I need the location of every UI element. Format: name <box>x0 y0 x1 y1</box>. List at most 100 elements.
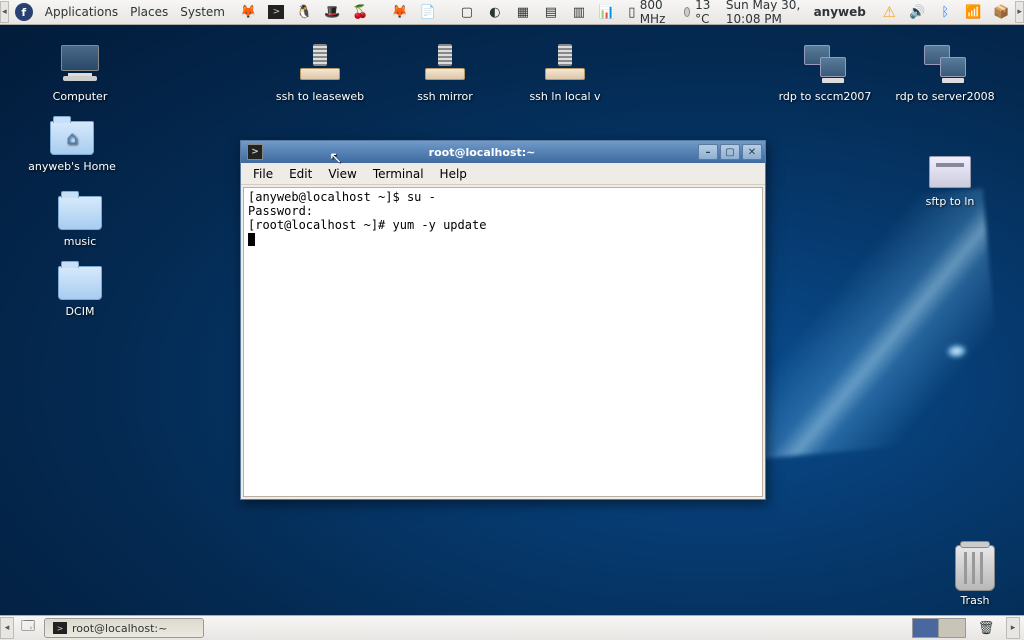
trash-icon <box>951 544 999 592</box>
tray-fedora[interactable]: ◐ <box>481 0 509 24</box>
window-minimize-button[interactable]: – <box>698 144 718 160</box>
top-panel: ◂ f Applications Places System 🦊 > 🐧 🎩 🍒… <box>0 0 1024 25</box>
temp-label: 13 °C <box>695 0 714 26</box>
taskbar-item-terminal[interactable]: > root@localhost:~ <box>44 618 204 638</box>
fedora-logo-icon: f <box>15 3 33 21</box>
terminal-small-icon: > <box>53 622 67 634</box>
menu-places[interactable]: Places <box>124 0 174 24</box>
cherry-icon: 🍒 <box>352 4 368 20</box>
window-title: root@localhost:~ <box>267 146 697 159</box>
panel-hide-left-bottom[interactable]: ◂ <box>0 617 14 639</box>
panel-hide-left[interactable]: ◂ <box>0 1 9 23</box>
tray-bluetooth[interactable]: ᛒ <box>931 0 959 24</box>
folder-icon <box>56 255 104 303</box>
tile-icon: ▥ <box>571 4 587 20</box>
menu-view[interactable]: View <box>320 165 364 183</box>
terminal-cursor <box>248 233 255 246</box>
gimp-icon: 🦊 <box>392 4 408 20</box>
weather-applet[interactable]: 13 °C <box>678 0 720 24</box>
launcher-app2[interactable]: 🎩 <box>318 0 346 24</box>
menu-edit[interactable]: Edit <box>281 165 320 183</box>
box2-icon: 📦 <box>993 4 1009 20</box>
tray-trash-applet[interactable]: 🗑 <box>972 620 1000 636</box>
computer-icon <box>56 40 104 88</box>
icon-label: rdp to sccm2007 <box>779 90 872 103</box>
desktop-icon-rdp-sccm[interactable]: rdp to sccm2007 <box>775 40 875 103</box>
doc-icon: 📄 <box>420 4 436 20</box>
tray-network[interactable]: 📶 <box>959 0 987 24</box>
bluetooth-icon: ᛒ <box>937 4 953 20</box>
panel-hide-right-bottom[interactable]: ▸ <box>1006 617 1020 639</box>
penguin-icon: 🐧 <box>296 4 312 20</box>
show-desktop-button[interactable]: 🗔 <box>14 616 42 640</box>
window-app-icon <box>247 144 263 160</box>
window-close-button[interactable]: ✕ <box>742 144 762 160</box>
desktop-icon-music[interactable]: music <box>30 185 130 248</box>
hat-icon: 🎩 <box>324 4 340 20</box>
rdp-icon <box>801 40 849 88</box>
tray-app2[interactable]: ▦ <box>509 0 537 24</box>
task-label: root@localhost:~ <box>72 622 167 635</box>
desktop-icon-ssh-leaseweb[interactable]: ssh to leaseweb <box>270 40 370 103</box>
warning-icon: ⚠ <box>881 4 897 20</box>
desktop-icon-trash[interactable]: Trash <box>940 544 1010 607</box>
firefox-icon: 🦊 <box>240 4 256 20</box>
weather-icon <box>684 7 690 17</box>
workspace-2[interactable] <box>939 619 965 637</box>
desktop-icon-home[interactable]: anyweb's Home <box>22 110 122 173</box>
tray-app4[interactable]: ▥ <box>565 0 593 24</box>
icon-label: Trash <box>960 594 989 607</box>
icon-label: Computer <box>53 90 108 103</box>
fedora-menu[interactable]: f <box>9 0 39 24</box>
rdp-icon <box>921 40 969 88</box>
launcher-firefox[interactable]: 🦊 <box>234 0 262 24</box>
launcher-app4[interactable]: 📄 <box>414 0 442 24</box>
terminal-output[interactable]: [anyweb@localhost ~]$ su - Password: [ro… <box>243 187 763 497</box>
desktop-icon-ssh-lnlocal[interactable]: ssh ln local v <box>515 40 615 103</box>
term-line: [root@localhost ~]# yum -y update <box>248 218 486 232</box>
menu-file[interactable]: File <box>245 165 281 183</box>
grid-icon: ▦ <box>515 4 531 20</box>
desktop-icon-rdp-server[interactable]: rdp to server2008 <box>895 40 995 103</box>
folder-icon <box>56 185 104 233</box>
icon-label: ssh to leaseweb <box>276 90 364 103</box>
fedora-small-icon: ◐ <box>487 4 503 20</box>
term-line: Password: <box>248 204 313 218</box>
desktop[interactable]: Computer anyweb's Home music DCIM ssh to… <box>0 25 1024 615</box>
box-icon: ▢ <box>459 4 475 20</box>
desktop-icon-dcim[interactable]: DCIM <box>30 255 130 318</box>
tray-app3[interactable]: ▤ <box>537 0 565 24</box>
tray-volume[interactable]: 🔊 <box>903 0 931 24</box>
panel-hide-right[interactable]: ▸ <box>1015 1 1024 23</box>
menu-system[interactable]: System <box>174 0 231 24</box>
clock-applet[interactable]: Sun May 30, 10:08 PM <box>720 0 808 24</box>
menu-help[interactable]: Help <box>432 165 475 183</box>
tray-misc[interactable]: 📦 <box>987 0 1015 24</box>
desktop-icon-sftp-ln[interactable]: sftp to ln <box>900 145 1000 208</box>
launcher-terminal[interactable]: > <box>262 0 290 24</box>
tray-warning[interactable]: ⚠ <box>875 0 903 24</box>
cpu-icon: ▯ <box>627 4 637 20</box>
icon-label: ssh ln local v <box>529 90 600 103</box>
cpu-freq-applet[interactable]: ▯800 MHz <box>621 0 678 24</box>
launcher-icon <box>541 40 589 88</box>
desktop-icon-computer[interactable]: Computer <box>30 40 130 103</box>
volume-icon: 🔊 <box>909 4 925 20</box>
menu-applications[interactable]: Applications <box>39 0 124 24</box>
workspace-switcher[interactable] <box>912 618 966 638</box>
tray-sysmon[interactable]: 📊 <box>593 0 621 24</box>
user-menu[interactable]: anyweb <box>808 0 872 24</box>
launcher-gimp[interactable]: 🦊 <box>386 0 414 24</box>
home-folder-icon <box>48 110 96 158</box>
network-icon: 📶 <box>965 4 981 20</box>
desktop-icon-ssh-mirror[interactable]: ssh mirror <box>395 40 495 103</box>
tray-app1[interactable]: ▢ <box>453 0 481 24</box>
launcher-app1[interactable]: 🐧 <box>290 0 318 24</box>
terminal-window[interactable]: root@localhost:~ – ▢ ✕ File Edit View Te… <box>240 140 766 500</box>
icon-label: anyweb's Home <box>28 160 116 173</box>
workspace-1[interactable] <box>913 619 939 637</box>
menu-terminal[interactable]: Terminal <box>365 165 432 183</box>
window-titlebar[interactable]: root@localhost:~ – ▢ ✕ <box>241 141 765 163</box>
window-maximize-button[interactable]: ▢ <box>720 144 740 160</box>
launcher-app3[interactable]: 🍒 <box>346 0 374 24</box>
